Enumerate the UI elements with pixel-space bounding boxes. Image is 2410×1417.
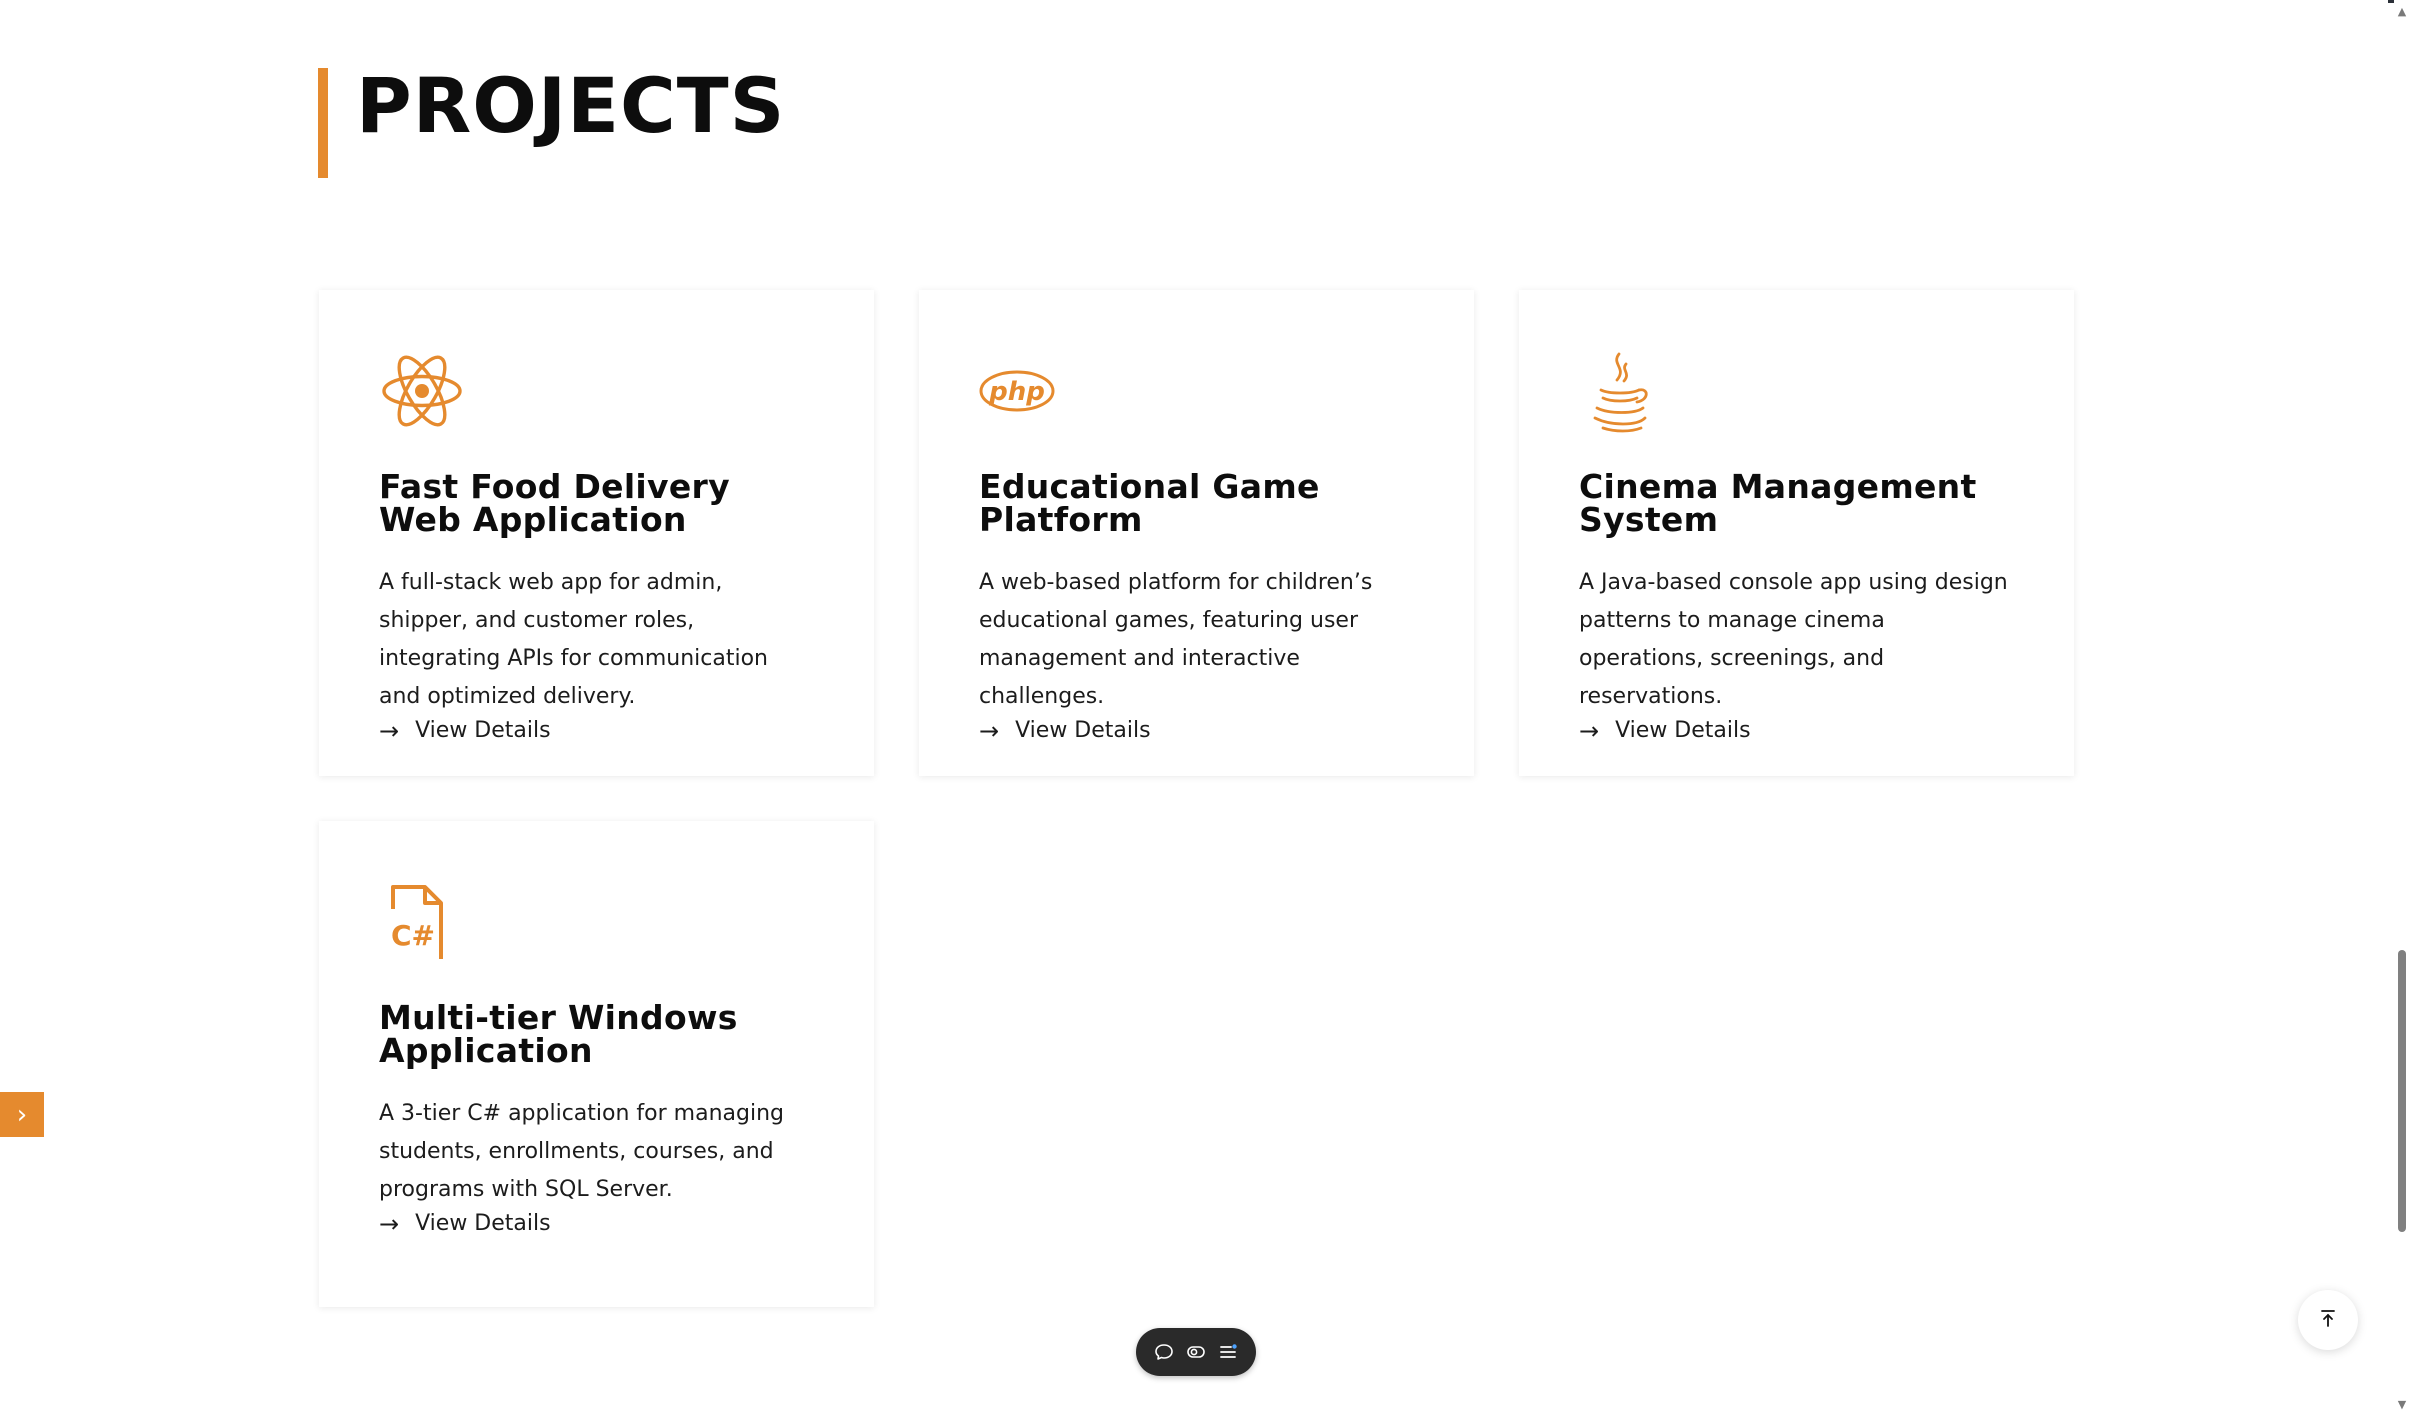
view-details-label: View Details	[1015, 718, 1151, 743]
project-title: Cinema Management System	[1579, 467, 1977, 539]
arrow-right-icon: →	[979, 716, 1000, 745]
project-description: A full-stack web app for admin, shipper,…	[379, 570, 768, 709]
svg-text:php: php	[988, 377, 1045, 407]
arrow-right-icon: →	[1579, 716, 1600, 745]
scrollbar-thumb[interactable]	[2398, 950, 2406, 1232]
project-description: A 3-tier C# application for managing stu…	[379, 1101, 784, 1202]
back-to-top-button[interactable]	[2298, 1290, 2358, 1350]
view-details-link[interactable]: → View Details	[1579, 718, 2014, 743]
svg-text:C#: C#	[391, 919, 435, 952]
chat-icon[interactable]	[1153, 1341, 1175, 1363]
view-details-link[interactable]: → View Details	[379, 718, 814, 743]
project-description: A Java-based console app using design pa…	[1579, 570, 2008, 709]
arrow-up-to-top-icon	[2317, 1307, 2339, 1333]
arrow-right-icon: →	[379, 1209, 400, 1238]
arrow-right-icon: →	[379, 716, 400, 745]
project-card: C# Multi-tier Windows Application A 3-ti…	[319, 821, 874, 1307]
page: PROJECTS Fast Food Delivery Web Applicat…	[0, 0, 2388, 1417]
react-icon	[379, 348, 465, 434]
scroll-up-arrow-icon[interactable]: ▲	[2396, 6, 2408, 18]
project-title: Educational Game Platform	[979, 467, 1320, 539]
section-header: PROJECTS	[318, 68, 785, 178]
view-details-link[interactable]: → View Details	[379, 1211, 814, 1236]
view-details-label: View Details	[1615, 718, 1751, 743]
project-title: Fast Food Delivery Web Application	[379, 467, 730, 539]
java-icon	[1579, 348, 1665, 434]
scroll-down-arrow-icon[interactable]: ▼	[2396, 1399, 2408, 1411]
view-details-label: View Details	[415, 718, 551, 743]
view-details-label: View Details	[415, 1211, 551, 1236]
chevron-right-icon: ›	[16, 1099, 28, 1130]
toggle-icon[interactable]	[1185, 1341, 1207, 1363]
project-description: A web-based platform for children’s educ…	[979, 570, 1373, 709]
project-card: php Educational Game Platform A web-base…	[919, 290, 1474, 776]
sidebar-toggle-button[interactable]: ›	[0, 1092, 44, 1137]
menu-icon[interactable]	[1217, 1341, 1239, 1363]
project-title: Multi-tier Windows Application	[379, 998, 738, 1070]
view-details-link[interactable]: → View Details	[979, 718, 1414, 743]
page-title: PROJECTS	[356, 61, 786, 150]
scrollbar[interactable]: ▲ ▼	[2394, 0, 2410, 1417]
csharp-file-icon: C#	[379, 879, 465, 965]
floating-toolbar	[1136, 1328, 1256, 1376]
php-icon: php	[979, 348, 1065, 434]
project-card: Fast Food Delivery Web Application A ful…	[319, 290, 874, 776]
project-card: Cinema Management System A Java-based co…	[1519, 290, 2074, 776]
